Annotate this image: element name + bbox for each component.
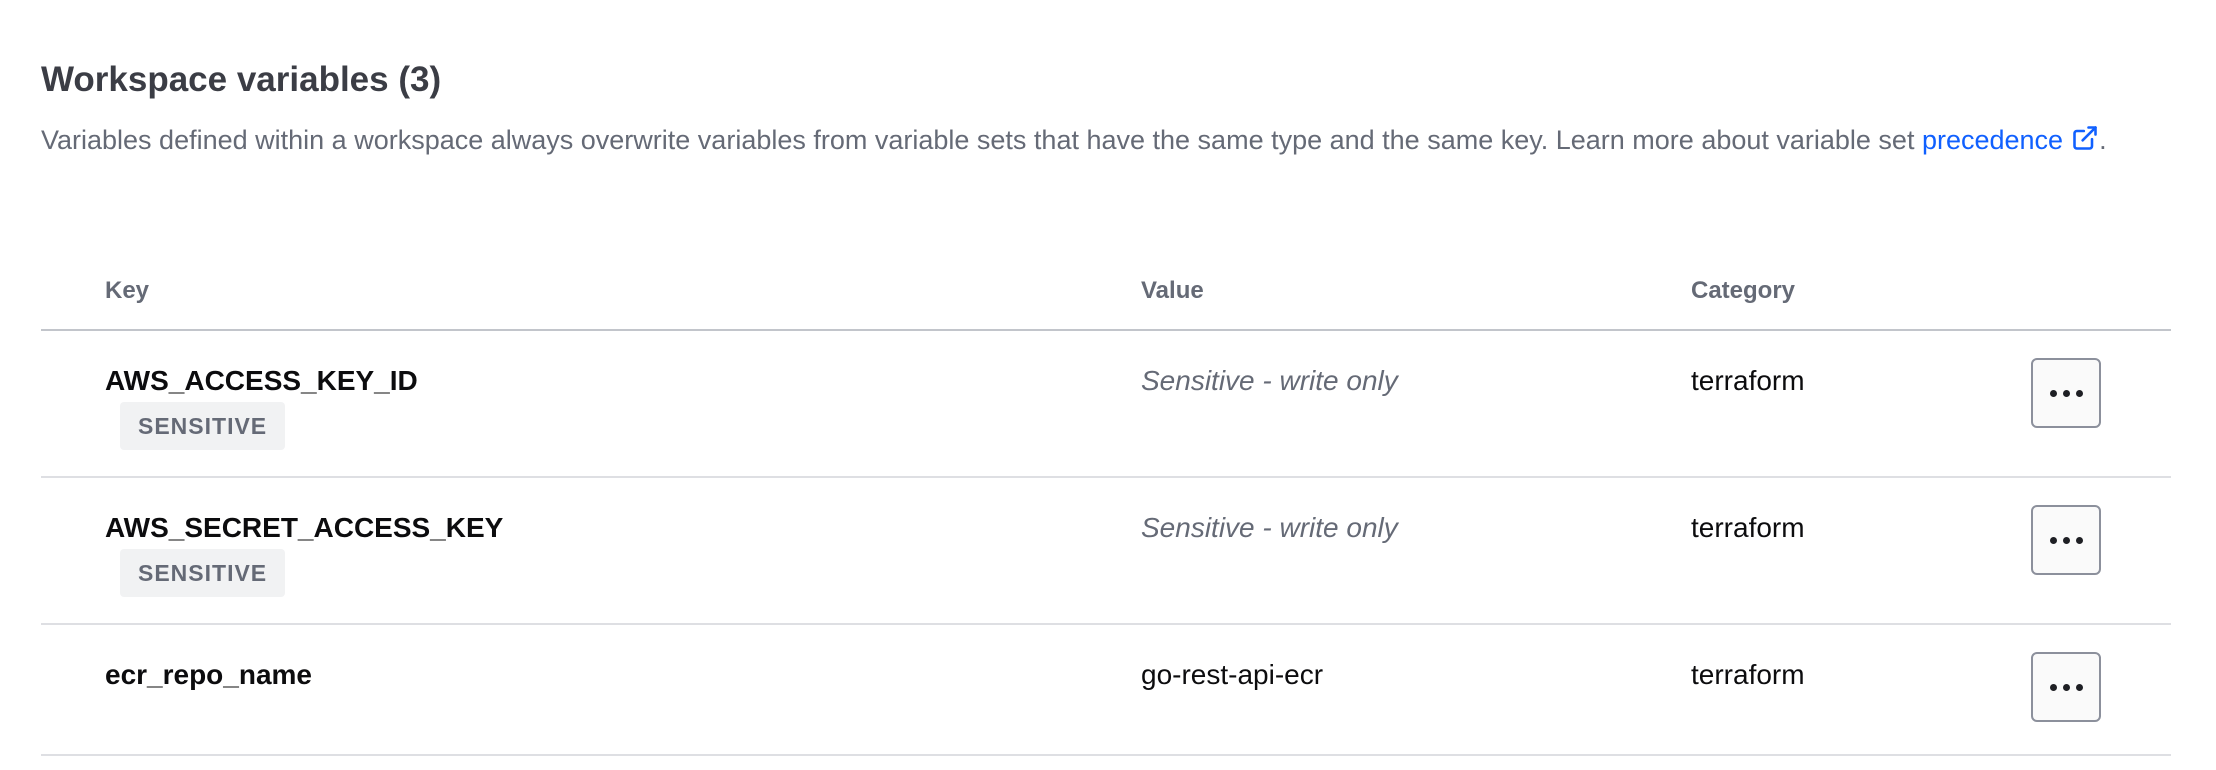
variable-value: go-rest-api-ecr [1141,659,1324,690]
more-horizontal-icon [2049,536,2083,544]
variable-key: ecr_repo_name [105,659,313,690]
workspace-variables-page: Workspace variables (3) Variables define… [0,0,2216,770]
header-value: Value [1141,277,1204,304]
more-horizontal-icon [2049,389,2083,397]
variable-value: Sensitive - write only [1141,365,1398,396]
header-key: Key [105,277,150,304]
table-row: AWS_SECRET_ACCESS_KEY SENSITIVE Sensitiv… [41,478,2171,625]
table-row: ecr_repo_name go-rest-api-ecr terraform [41,625,2171,756]
variables-table: Key Value Category AWS_ACCESS_KEY_ID SEN… [41,255,2171,756]
sensitive-badge: SENSITIVE [120,549,286,597]
variable-category: terraform [1691,365,1805,396]
row-actions-button[interactable] [2031,358,2101,428]
section-description: Variables defined within a workspace alw… [41,120,2171,160]
variable-key: AWS_ACCESS_KEY_ID [105,365,418,396]
header-category: Category [1691,277,1796,304]
table-row: AWS_ACCESS_KEY_ID SENSITIVE Sensitive - … [41,331,2171,478]
precedence-link[interactable]: precedence [1922,125,2099,155]
external-link-icon [2073,126,2097,150]
section-title: Workspace variables (3) [41,60,442,99]
sensitive-badge: SENSITIVE [120,402,286,450]
description-text: Variables defined within a workspace alw… [41,125,1922,155]
variable-key: AWS_SECRET_ACCESS_KEY [105,512,504,543]
more-horizontal-icon [2049,683,2083,691]
row-actions-button[interactable] [2031,505,2101,575]
table-header: Key Value Category [41,255,2171,331]
precedence-link-label: precedence [1921,125,2064,155]
description-trailing: . [2099,125,2107,155]
variable-category: terraform [1691,512,1805,543]
variable-value: Sensitive - write only [1141,512,1398,543]
row-actions-button[interactable] [2031,652,2101,722]
variable-category: terraform [1691,659,1805,690]
